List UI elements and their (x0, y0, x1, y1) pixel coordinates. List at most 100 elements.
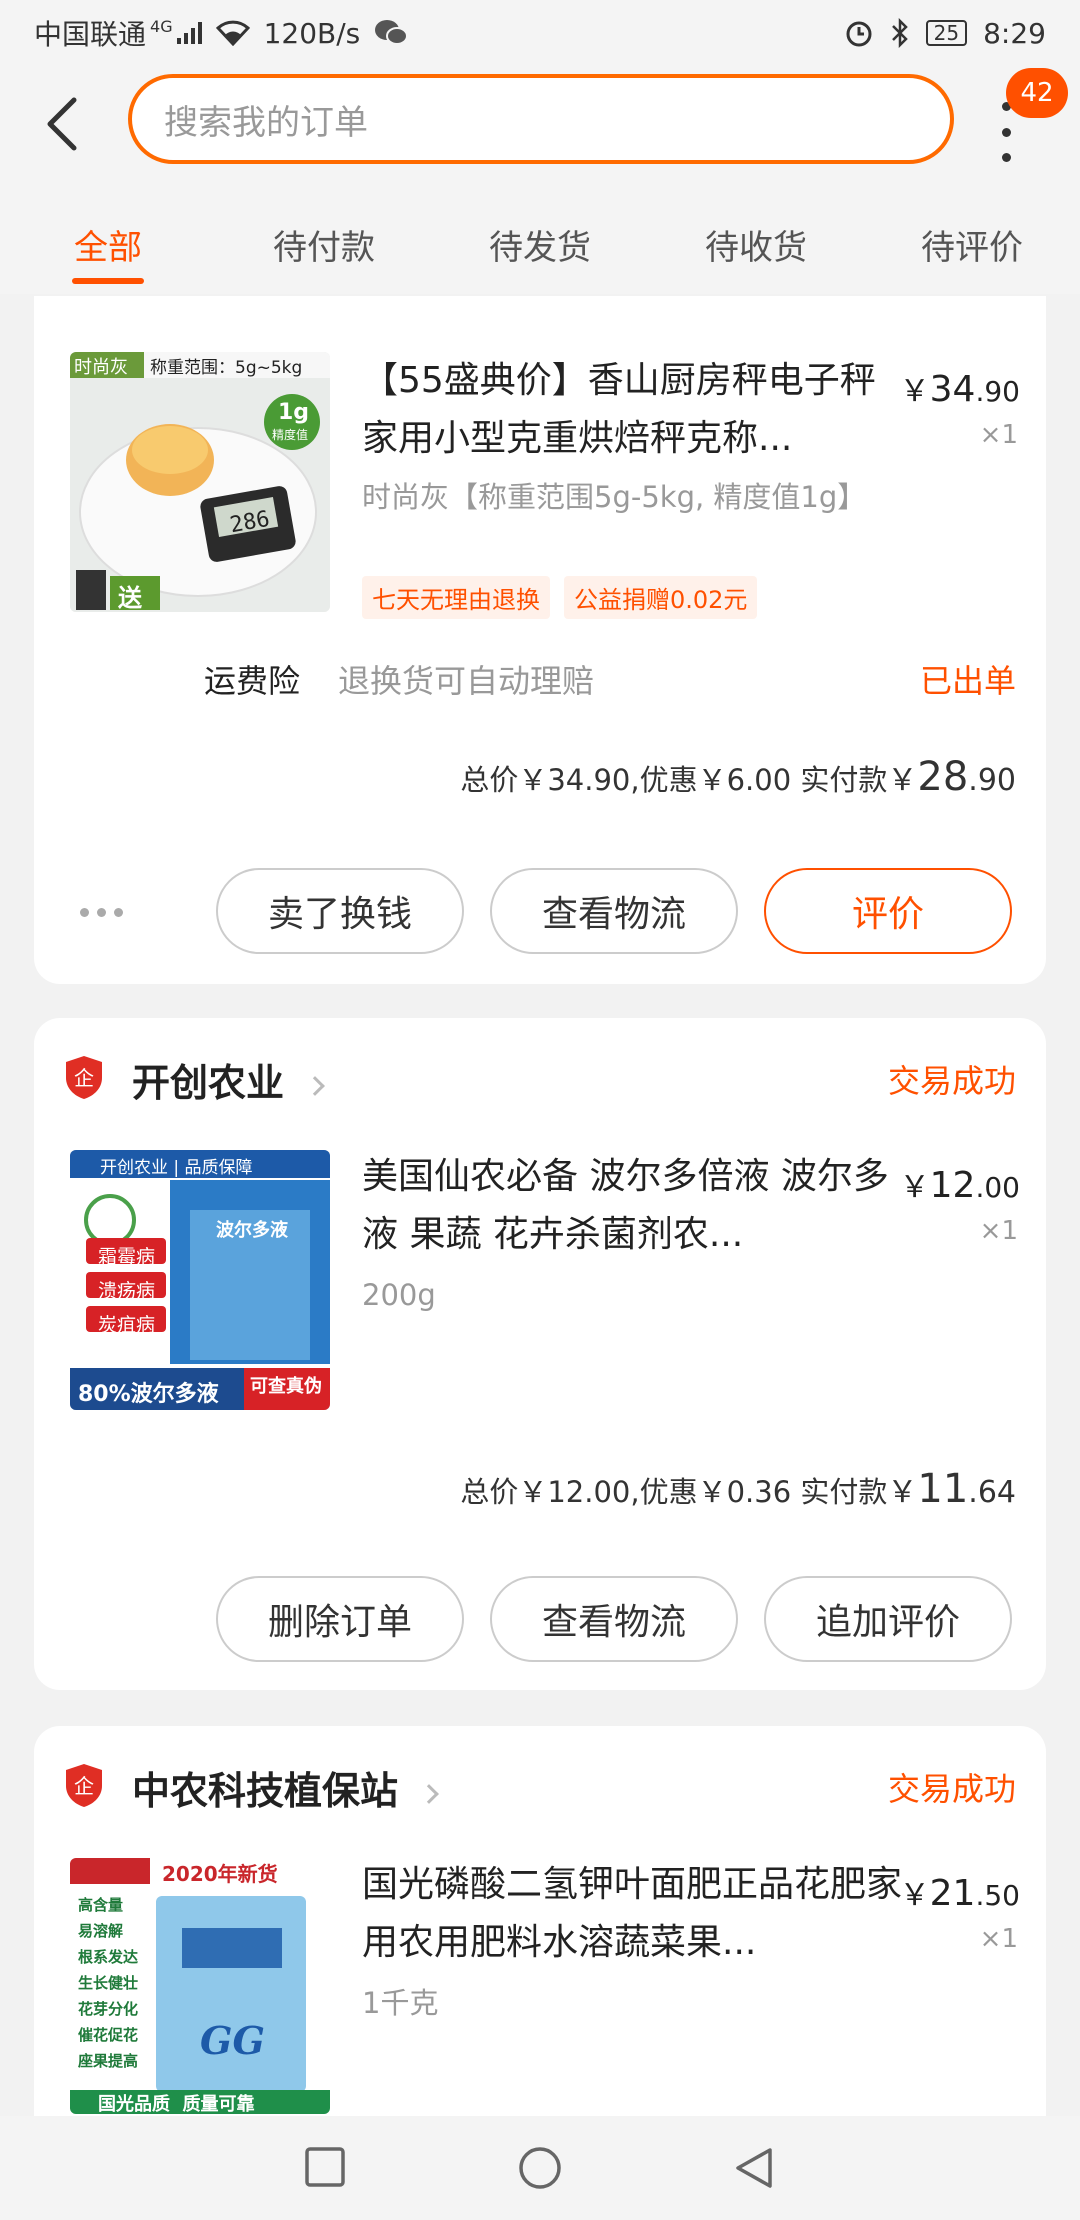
product-quantity: ×1 (979, 1924, 1018, 1954)
signal-icon (176, 22, 202, 44)
paid-decimal: .90 (968, 763, 1016, 798)
resell-button[interactable]: 卖了换钱 (216, 868, 464, 954)
price-decimal: .90 (975, 375, 1020, 408)
chevron-right-icon (419, 1783, 439, 1804)
carrier-label: 中国联通 (34, 18, 147, 51)
wechat-icon (375, 20, 409, 45)
total-currency: ￥ (887, 1475, 918, 1510)
battery-icon: 25 (925, 20, 968, 46)
view-logistics-button[interactable]: 查看物流 (490, 1576, 738, 1662)
svg-text:企: 企 (74, 1066, 94, 1090)
tab-all[interactable]: 全部 (0, 190, 216, 294)
product-spec: 时尚灰【称重范围5g-5kg, 精度值1g】 (362, 480, 867, 514)
price-integer: 21 (929, 1873, 976, 1914)
product-title[interactable]: 国光磷酸二氢钾叶面肥正品花肥家用农用肥料水溶蔬菜果... (362, 1856, 902, 1972)
thumb-disease-3: 炭疽病 (98, 1314, 156, 1336)
more-actions-icon[interactable] (80, 908, 123, 917)
chevron-right-icon (305, 1075, 325, 1096)
product-title[interactable]: 美国仙农必备 波尔多倍液 波尔多液 果蔬 花卉杀菌剂农... (362, 1148, 902, 1264)
product-quantity: ×1 (979, 420, 1018, 450)
alarm-icon (846, 21, 872, 47)
svg-text:企: 企 (74, 1774, 94, 1798)
order-card: 企 开创农业 交易成功 开创农业 | 品质保障 霜霉病 溃疡病 炭疽病 波尔多液… (34, 1018, 1046, 1690)
paid-integer: 28 (917, 754, 969, 800)
product-spec: 200g (362, 1278, 436, 1312)
paid-decimal: .64 (968, 1475, 1016, 1510)
thumb-accuracy-label: 精度值 (272, 428, 309, 442)
thumb-bottom-text: 80%波尔多液 (78, 1382, 219, 1407)
thumb-verify-text: 可查真伪 (250, 1376, 322, 1397)
product-title[interactable]: 【55盛典价】香山厨房秤电子秤家用小型克重烘焙秤克称... (362, 352, 902, 468)
header-bar: 搜索我的订单 42 (0, 66, 1080, 190)
order-status: 交易成功 (887, 1770, 1016, 1808)
network-speed: 120B/s (263, 16, 361, 50)
product-image-bordeaux[interactable]: 开创农业 | 品质保障 霜霉病 溃疡病 炭疽病 波尔多液 80%波尔多液 可查真… (70, 1150, 330, 1410)
more-options-icon[interactable] (1000, 102, 1012, 162)
tab-pending-payment[interactable]: 待付款 (216, 190, 432, 294)
product-spec: 1千克 (362, 1986, 439, 2020)
add-review-button[interactable]: 追加评价 (764, 1576, 1012, 1662)
order-card: 时尚灰 称重范围：5g~5kg 1g 精度值 286 送 【55盛典价】香山厨房… (34, 296, 1046, 984)
charity-tag: 公益捐赠0.02元 (564, 576, 758, 619)
shop-header[interactable]: 企 中农科技植保站 交易成功 (34, 1726, 1046, 1842)
tab-pending-review[interactable]: 待评价 (864, 190, 1080, 294)
thumb-header-text: 开创农业 | 品质保障 (100, 1158, 253, 1178)
product-quantity: ×1 (979, 1216, 1018, 1246)
delete-order-button[interactable]: 删除订单 (216, 1576, 464, 1662)
thumb-feature: 生长健壮 (78, 1974, 139, 1992)
thumb-feature: 高含量 (78, 1896, 124, 1914)
shipping-insurance-status: 已出单 (919, 662, 1016, 700)
back-arrow-icon[interactable] (40, 94, 84, 154)
home-icon[interactable] (518, 2146, 562, 2190)
thumb-feature: 催花促花 (78, 2026, 139, 2044)
total-currency: ￥ (887, 763, 918, 798)
shop-name-text: 中农科技植保站 (132, 1769, 399, 1813)
search-placeholder: 搜索我的订单 (164, 102, 368, 143)
battery-level: 25 (933, 21, 960, 45)
product-image-fertilizer[interactable]: 2020年新货 高含量 易溶解 根系发达 生长健壮 花芽分化 催花促花 座果提高… (70, 1858, 330, 2114)
bluetooth-icon (891, 18, 908, 48)
price-integer: 34 (929, 369, 976, 410)
shop-badge-icon: 企 (66, 1056, 102, 1099)
thumb-header-text: 2020年新货 (162, 1862, 278, 1886)
thumb-feature: 根系发达 (78, 1948, 139, 1966)
shop-header[interactable]: 企 开创农业 交易成功 (34, 1018, 1046, 1134)
back-icon[interactable] (734, 2146, 774, 2190)
thumb-feature: 花芽分化 (78, 2000, 139, 2018)
shop-badge-icon: 企 (66, 1764, 102, 1807)
thumb-color-tag: 时尚灰 (74, 357, 128, 378)
shop-name[interactable]: 开创农业 (132, 1052, 325, 1107)
search-input[interactable]: 搜索我的订单 (128, 74, 954, 164)
product-price: ￥21.50 (899, 1873, 1020, 1914)
order-actions: 卖了换钱 查看物流 评价 (216, 868, 1012, 954)
order-tabs: 全部 待付款 待发货 待收货 待评价 (0, 190, 1080, 294)
status-bar: 中国联通 4G 120B/s 25 8:29 (0, 0, 1080, 66)
price-integer: 12 (929, 1165, 976, 1206)
tab-pending-shipment[interactable]: 待发货 (432, 190, 648, 294)
wifi-icon (215, 20, 250, 46)
total-summary: 总价￥12.00,优惠￥0.36 实付款 (460, 1475, 888, 1509)
thumb-disease-1: 霜霉病 (98, 1246, 156, 1268)
view-logistics-button[interactable]: 查看物流 (490, 868, 738, 954)
order-total: 总价￥12.00,优惠￥0.36 实付款￥11.64 (460, 1466, 1016, 1512)
shop-name[interactable]: 中农科技植保站 (132, 1760, 439, 1815)
thumb-feature-list: 高含量 易溶解 根系发达 生长健壮 花芽分化 催花促花 座果提高 (78, 1892, 138, 2074)
product-price: ￥12.00 (899, 1165, 1020, 1206)
order-total: 总价￥34.90,优惠￥6.00 实付款￥28.90 (460, 754, 1016, 800)
network-type: 4G (150, 16, 173, 36)
clock: 8:29 (983, 16, 1046, 50)
shipping-insurance-desc: 退换货可自动理赔 (338, 662, 595, 700)
review-button[interactable]: 评价 (764, 868, 1012, 954)
product-image-scale[interactable]: 时尚灰 称重范围：5g~5kg 1g 精度值 286 送 (70, 352, 330, 612)
order-status: 交易成功 (887, 1062, 1016, 1100)
price-decimal: .00 (975, 1171, 1020, 1204)
thumb-pack-name: 波尔多液 (216, 1220, 288, 1241)
thumb-logo-text: GG (200, 2018, 265, 2063)
total-summary: 总价￥34.90,优惠￥6.00 实付款 (460, 763, 888, 797)
thumb-accuracy-value: 1g (278, 400, 310, 425)
tab-pending-receipt[interactable]: 待收货 (648, 190, 864, 294)
recent-apps-icon[interactable] (304, 2146, 346, 2188)
thumb-feature: 易溶解 (78, 1922, 124, 1940)
thumb-disease-2: 溃疡病 (98, 1280, 156, 1302)
message-count-badge: 42 (1006, 68, 1068, 118)
